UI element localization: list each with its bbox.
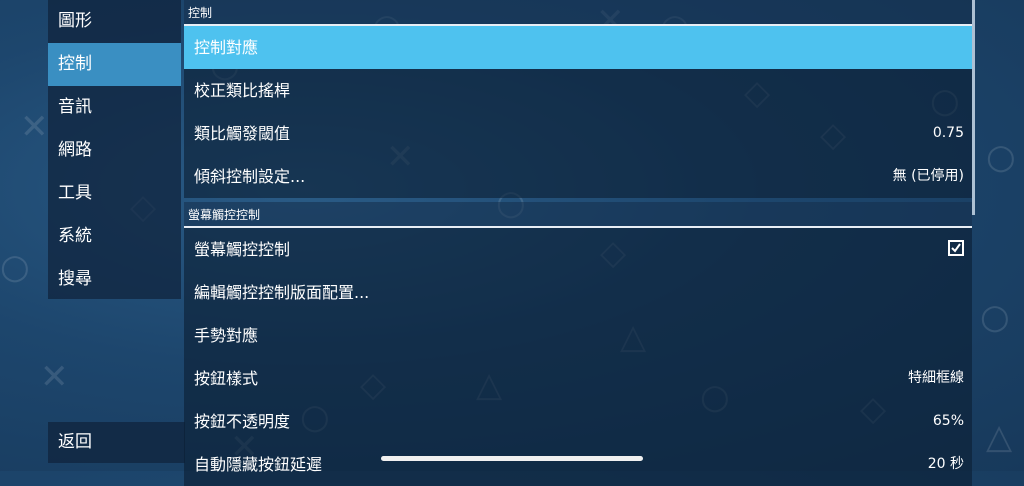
checkmark-icon: [951, 243, 961, 253]
calibrate-analog-stick-row[interactable]: 校正類比搖桿: [184, 69, 972, 112]
button-style-label: 按鈕樣式: [194, 369, 259, 388]
tilt-control-settings-row[interactable]: 傾斜控制設定... 無 (已停用): [184, 155, 972, 198]
sidebar-item-tools[interactable]: 工具: [48, 172, 181, 215]
analog-trigger-threshold-row[interactable]: 類比觸發閾值 0.75: [184, 112, 972, 155]
edit-touch-layout-label: 編輯觸控控制版面配置...: [194, 283, 370, 302]
sidebar-item-search[interactable]: 搜尋: [48, 258, 181, 301]
sidebar-item-audio[interactable]: 音訊: [48, 86, 181, 129]
section-header-touch-controls: 螢幕觸控控制: [184, 202, 972, 228]
scrollbar[interactable]: [972, 0, 975, 215]
sidebar-item-graphics[interactable]: 圖形: [48, 0, 181, 43]
calibrate-analog-stick-label: 校正類比搖桿: [194, 81, 291, 100]
button-style-row[interactable]: 按鈕樣式 特細框線: [184, 357, 972, 400]
auto-hide-delay-value: 20 秒: [927, 456, 964, 472]
tilt-control-settings-label: 傾斜控制設定...: [194, 167, 306, 186]
button-opacity-label: 按鈕不透明度: [194, 412, 291, 431]
edit-touch-layout-row[interactable]: 編輯觸控控制版面配置...: [184, 271, 972, 314]
settings-panel: 控制 控制對應 校正類比搖桿 類比觸發閾值 0.75 傾斜控制設定... 無 (…: [184, 0, 972, 486]
back-button[interactable]: 返回: [48, 422, 185, 463]
button-opacity-value: 65%: [932, 413, 964, 429]
auto-hide-delay-row[interactable]: 自動隱藏按鈕延遲 20 秒: [184, 443, 972, 486]
sidebar: 圖形 控制 音訊 網路 工具 系統 搜尋: [48, 0, 181, 299]
gesture-mapping-label: 手勢對應: [194, 326, 259, 345]
gesture-mapping-row[interactable]: 手勢對應: [184, 314, 972, 357]
sidebar-item-networking[interactable]: 網路: [48, 129, 181, 172]
tilt-control-settings-value: 無 (已停用): [892, 168, 964, 184]
control-mapping-label: 控制對應: [194, 38, 259, 57]
touch-controls-row[interactable]: 螢幕觸控控制: [184, 228, 972, 271]
button-opacity-row[interactable]: 按鈕不透明度 65%: [184, 400, 972, 443]
analog-trigger-threshold-value: 0.75: [932, 125, 964, 141]
analog-trigger-threshold-label: 類比觸發閾值: [194, 124, 291, 143]
sidebar-item-controls[interactable]: 控制: [48, 43, 181, 86]
touch-controls-checkbox[interactable]: [948, 240, 964, 256]
auto-hide-delay-label: 自動隱藏按鈕延遲: [194, 455, 323, 474]
section-header-controls: 控制: [184, 0, 972, 26]
home-indicator[interactable]: [381, 456, 643, 461]
sidebar-item-system[interactable]: 系統: [48, 215, 181, 258]
touch-controls-label: 螢幕觸控控制: [194, 240, 291, 259]
control-mapping-row[interactable]: 控制對應: [184, 26, 972, 69]
button-style-value: 特細框線: [908, 370, 964, 386]
